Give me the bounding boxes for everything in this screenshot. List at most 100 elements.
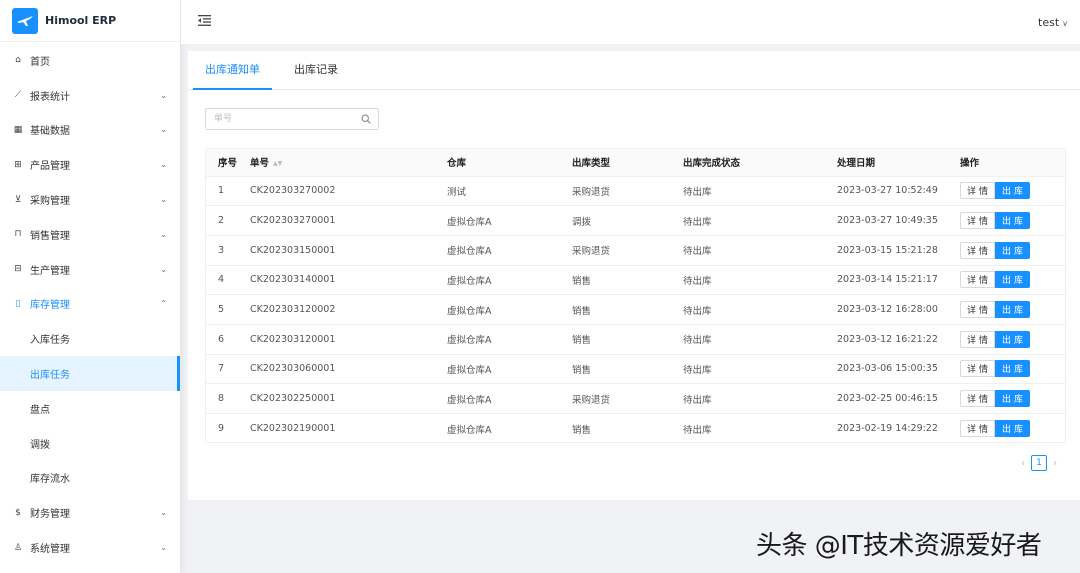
detail-button[interactable]: 详情 [960,301,996,319]
search-icon[interactable] [354,114,378,124]
cell-date: 2023-03-12 16:21:22 [825,324,948,355]
table-icon: ▦ [13,124,23,135]
chevron-up-icon: ⌃ [160,299,167,309]
cell-index: 1 [206,176,238,207]
detail-button[interactable]: 详情 [960,420,996,438]
line-chart-icon: ⟋ [14,90,22,101]
sidebar-item-4[interactable]: ⊻ 采购管理 ⌄ [0,182,180,217]
sidebar-item-3[interactable]: ⊞ 产品管理 ⌄ [0,147,180,182]
sidebar-item-label: 销售管理 [30,230,70,242]
cell-type: 采购退货 [560,235,671,266]
cell-type: 销售 [560,265,671,296]
outbound-button[interactable]: 出库 [995,360,1031,378]
outbound-button[interactable]: 出库 [995,212,1031,230]
app-logo[interactable]: Himool ERP [0,0,180,42]
detail-button[interactable]: 详情 [960,212,996,230]
chevron-down-icon: ⌄ [160,125,167,135]
cell-index: 4 [206,265,238,296]
outbound-button[interactable]: 出库 [995,182,1031,200]
sidebar-subitem-7-4[interactable]: 库存流水 [0,461,180,496]
team-icon: ♙ [13,542,23,553]
sidebar-item-label: 首页 [30,56,50,68]
detail-button[interactable]: 详情 [960,360,996,378]
sidebar: Himool ERP ⌂ 首页 ⟋ 报表统计 ⌄ ▦ 基础数据 ⌄ ⊞ 产品管理 ⌄ ⊻ 采购管理 ⌄ ⊓ 销… [0,0,181,573]
cell-status: 待出库 [671,176,825,207]
cell-date: 2023-03-27 10:52:49 [825,176,948,207]
sidebar-item-7[interactable]: ▯ 库存管理 ⌃ [0,287,180,322]
cell-date: 2023-02-19 14:29:22 [837,423,938,435]
sidebar-item-5[interactable]: ⊓ 销售管理 ⌄ [0,217,180,252]
outbound-button[interactable]: 出库 [995,420,1031,438]
cell-type: 销售 [572,424,592,436]
cell-order-no: CK202303270001 [238,205,435,236]
cell-index: 7 [206,354,238,385]
calendar-icon: ⊟ [14,264,22,275]
detail-button[interactable]: 详情 [960,182,996,200]
watermark-text: 头条 @IT技术资源爱好者 [756,531,1042,561]
cell-warehouse: 虚拟仓库A [435,324,560,355]
cell-index: 8 [206,383,238,414]
outbound-button[interactable]: 出库 [995,330,1031,348]
page-1-button[interactable]: 1 [1031,455,1047,471]
sidebar-item-label: 报表统计 [30,91,70,103]
column-header-actions: 操作 [948,149,1065,177]
detail-button[interactable]: 详情 [960,241,996,259]
column-header-order-no[interactable]: 单号 ▲▼ [238,149,435,177]
column-header-warehouse: 仓库 [435,149,560,177]
sort-icon[interactable]: ▲▼ [273,160,282,167]
sidebar-item-2[interactable]: ▦ 基础数据 ⌄ [0,113,180,148]
outbound-button[interactable]: 出库 [995,271,1031,289]
column-header-status: 出库完成状态 [671,149,825,177]
tab-outbound-notice[interactable]: 出库通知单 [193,51,272,90]
column-header-order-no-label: 单号 [250,158,270,170]
menu-fold-icon[interactable] [198,14,211,30]
cell-type: 调拨 [560,205,671,236]
outbound-button[interactable]: 出库 [995,241,1031,259]
cell-actions: 详情 出库 [948,294,1065,325]
detail-button[interactable]: 详情 [960,330,996,348]
container-icon: ▯ [15,298,21,309]
sidebar-item-label: 系统管理 [30,544,70,556]
tab-outbound-record[interactable]: 出库记录 [294,51,338,89]
user-menu[interactable]: test ∨ [1038,16,1068,29]
cell-actions: 详情 出库 [948,205,1065,236]
search-field [205,108,379,130]
cell-order-no: CK202302250001 [238,383,435,414]
cell-type: 销售 [560,294,671,325]
cell-date: 2023-03-06 15:00:35 [825,354,948,385]
sidebar-item-label: 产品管理 [30,161,70,173]
search-input[interactable] [206,109,354,129]
sidebar-subitem-7-2[interactable]: 盘点 [0,391,180,426]
cell-warehouse: 虚拟仓库A [435,294,560,325]
prev-page-icon[interactable]: ‹ [1021,458,1025,469]
cell-index: 6 [206,324,238,355]
cell-order-no: CK202303150001 [238,235,435,266]
sidebar-item-9[interactable]: ♙ 系统管理 ⌄ [0,530,180,565]
cell-warehouse: 虚拟仓库A [435,383,560,414]
cell-warehouse: 虚拟仓库A [435,235,560,266]
outbound-button[interactable]: 出库 [995,390,1031,408]
sidebar-subitem-7-0[interactable]: 入库任务 [0,321,180,356]
sidebar-item-0[interactable]: ⌂ 首页 [0,43,180,78]
cell-warehouse: 虚拟仓库A [447,424,492,436]
sidebar-item-8[interactable]: $ 财务管理 ⌄ [0,495,180,530]
cell-order-no: CK202302190001 [250,423,336,435]
cell-status: 待出库 [671,354,825,385]
sidebar-subitem-7-3[interactable]: 调拨 [0,426,180,461]
sidebar-subitem-label: 调拨 [30,439,50,451]
detail-button[interactable]: 详情 [960,390,996,408]
sidebar-item-6[interactable]: ⊟ 生产管理 ⌄ [0,252,180,287]
sidebar-subitem-7-1[interactable]: 出库任务 [0,356,180,391]
outbound-button[interactable]: 出库 [995,301,1031,319]
sidebar-item-1[interactable]: ⟋ 报表统计 ⌄ [0,78,180,113]
table-row: 1 CK202303270002 测试 采购退货 待出库 2023-03-27 10:52… [206,176,1065,207]
cell-date: 2023-02-25 00:46:15 [825,383,948,414]
data-table: 序号 单号 ▲▼ 仓库 出库类型 出库完成状态 处理日期 操作 1 CK202303… [205,148,1066,443]
table-row: 4 CK202303140001 虚拟仓库A 销售 待出库 2023-03-14 15:2… [206,265,1065,296]
detail-button[interactable]: 详情 [960,271,996,289]
next-page-icon[interactable]: › [1053,458,1057,469]
appstore-icon: ⊞ [14,159,22,170]
chevron-down-icon: ⌄ [160,90,167,100]
cell-type: 销售 [560,354,671,385]
cell-actions: 详情 出库 [948,235,1065,266]
